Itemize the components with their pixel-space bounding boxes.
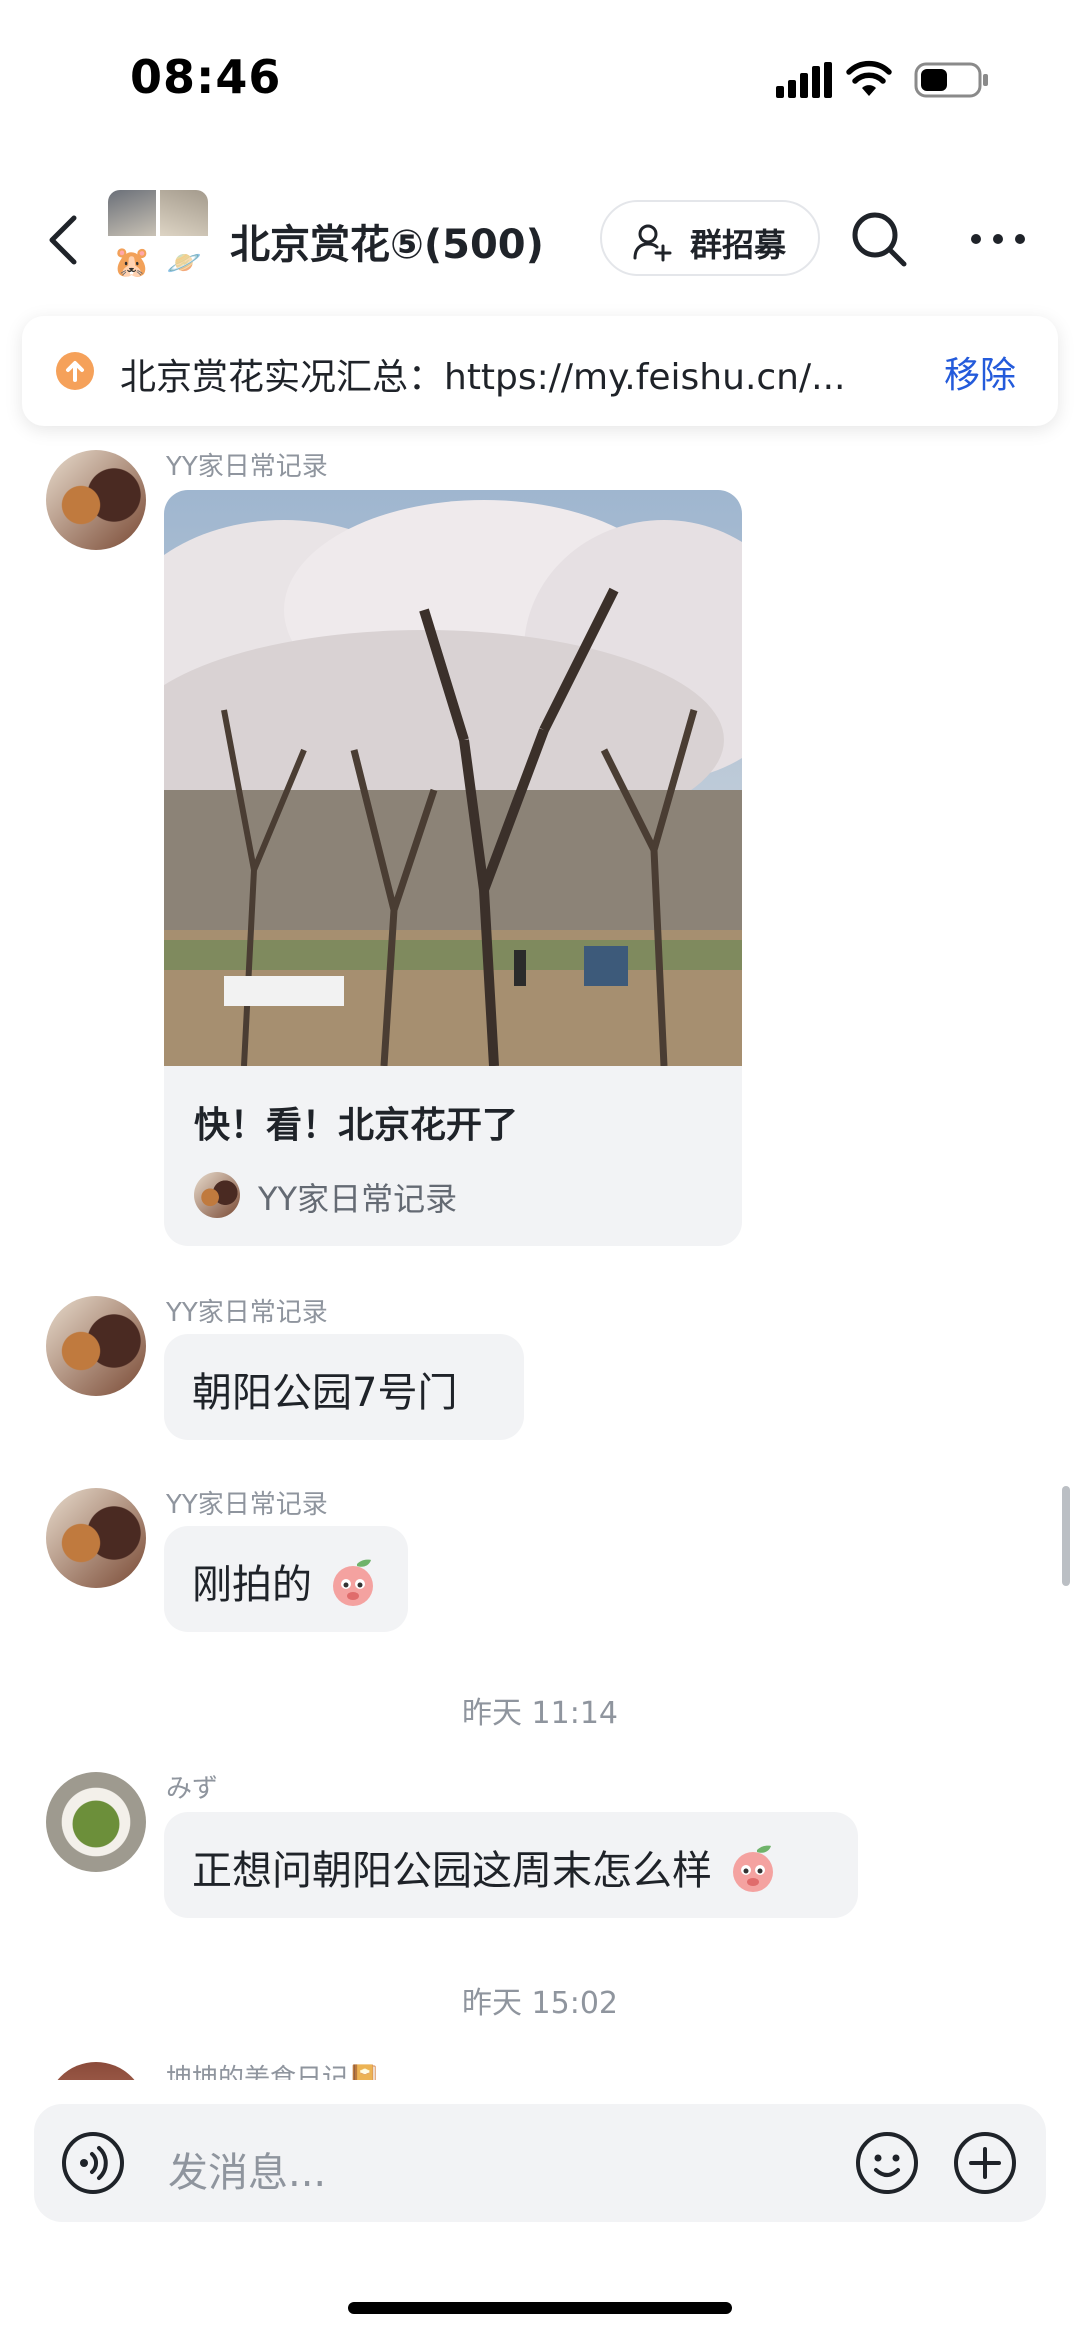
pin-icon <box>56 352 94 390</box>
sender-name: YY家日常记录 <box>166 1490 328 1520</box>
emoji-icon[interactable] <box>854 2130 920 2196</box>
status-bar: 08:46 <box>0 0 1080 150</box>
partial-message: 坤坤的美食日记📔 <box>0 2040 1080 2080</box>
avatar[interactable] <box>46 1296 146 1396</box>
message-bubble[interactable]: 正想问朝阳公园这周末怎么样 <box>164 1812 858 1918</box>
avatar[interactable] <box>46 1772 146 1872</box>
home-indicator[interactable] <box>348 2302 732 2314</box>
voice-icon[interactable] <box>60 2130 126 2196</box>
wifi-icon <box>846 60 892 96</box>
sender-name: YY家日常记录 <box>166 1298 328 1328</box>
peach-emoji-icon <box>332 1559 373 1606</box>
peach-emoji-icon <box>732 1845 773 1892</box>
add-user-icon <box>633 224 672 262</box>
sender-name: みず <box>166 1774 219 1804</box>
group-avatar-photo-1 <box>108 190 156 236</box>
planet-icon: 🪐 <box>160 240 208 286</box>
sender-name: 坤坤的美食日记📔 <box>166 2064 381 2080</box>
card-source-avatar <box>194 1172 240 1218</box>
recruit-label: 群招募 <box>690 226 787 264</box>
message-text: 朝阳公园7号门 <box>192 1370 458 1416</box>
cellular-signal-icon <box>776 62 832 98</box>
timestamp: 昨天 11:14 <box>462 1696 618 1731</box>
search-icon[interactable] <box>850 210 908 268</box>
group-avatar-photo-2 <box>160 190 208 236</box>
pinned-message-bar[interactable]: 北京赏花实况汇总：https://my.feishu.cn/... 移除 <box>22 316 1058 426</box>
timestamp: 昨天 15:02 <box>462 1986 618 2021</box>
link-card[interactable]: 快！看！北京花开了 YY家日常记录 <box>164 490 742 1246</box>
message-text: 正想问朝阳公园这周末怎么样 <box>192 1848 712 1894</box>
more-icon[interactable] <box>968 224 1028 254</box>
group-avatar[interactable]: 🐹 🪐 <box>108 190 210 286</box>
group-recruit-button[interactable]: 群招募 <box>600 200 820 276</box>
remove-pin-button[interactable]: 移除 <box>944 346 1016 398</box>
message-input[interactable]: 发消息... <box>168 2140 326 2198</box>
message-text: 刚拍的 <box>192 1562 312 1608</box>
blossom-photo <box>164 490 742 1066</box>
pinned-message-text[interactable]: 北京赏花实况汇总：https://my.feishu.cn/... <box>120 348 900 400</box>
back-icon[interactable] <box>40 210 90 270</box>
bear-icon: 🐹 <box>108 240 156 286</box>
group-title[interactable]: 北京赏花⑤(500) <box>230 212 544 270</box>
message-bubble[interactable]: 刚拍的 <box>164 1526 408 1632</box>
battery-icon <box>914 62 988 98</box>
plus-icon[interactable] <box>952 2130 1018 2196</box>
avatar[interactable] <box>46 2062 146 2080</box>
card-source-name: YY家日常记录 <box>258 1180 458 1218</box>
card-title: 快！看！北京花开了 <box>194 1105 519 1146</box>
avatar[interactable] <box>46 450 146 550</box>
status-time: 08:46 <box>130 50 282 104</box>
sender-name: YY家日常记录 <box>166 452 328 482</box>
chat-header: 🐹 🪐 北京赏花⑤(500) 群招募 <box>0 190 1080 290</box>
scrollbar[interactable] <box>1062 1486 1070 1586</box>
avatar[interactable] <box>46 1488 146 1588</box>
message-bubble[interactable]: 朝阳公园7号门 <box>164 1334 524 1440</box>
message-input-bar: 发消息... <box>34 2104 1046 2222</box>
